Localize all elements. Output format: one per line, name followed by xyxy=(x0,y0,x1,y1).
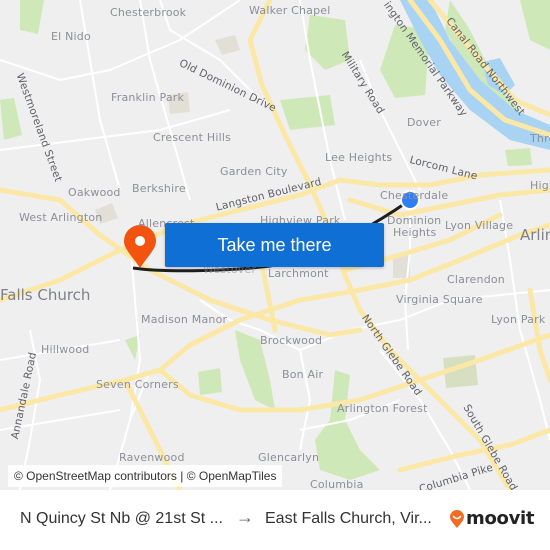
place-label: Oakwood xyxy=(68,186,121,199)
map-pin-icon xyxy=(124,225,156,268)
place-label: El Nido xyxy=(51,30,91,43)
place-label: Garden City xyxy=(220,165,288,178)
park-area xyxy=(520,0,550,50)
attribution-text: © OpenStreetMap contributors | © OpenMap… xyxy=(14,469,277,483)
place-label: Glencarlyn xyxy=(258,451,320,464)
place-label: Chesterbrook xyxy=(110,6,187,19)
place-label: West Arlington xyxy=(19,211,103,224)
place-label: Bon Air xyxy=(282,368,324,381)
place-label: Hillwood xyxy=(41,343,90,356)
landuse-area xyxy=(215,35,240,55)
map-pin-dot xyxy=(135,236,145,246)
place-label: Arlington Forest xyxy=(337,402,428,415)
moovit-pin-icon xyxy=(450,509,464,528)
place-label: Lee Heights xyxy=(325,151,393,164)
minor-road xyxy=(299,349,312,451)
footer-bar: N Quincy St Nb @ 21st St ... → East Fall… xyxy=(0,490,550,550)
place-label: Walker Chapel xyxy=(249,4,331,17)
park-area xyxy=(20,0,44,34)
place-label: Dover xyxy=(407,116,441,129)
place-label: Arlin xyxy=(520,226,550,244)
park-area xyxy=(505,148,532,166)
place-label: Falls Church xyxy=(0,286,91,304)
place-label: Dominion xyxy=(387,214,442,227)
origin-stop-name: N Quincy St Nb @ 21st St ... xyxy=(20,510,223,527)
take-me-there-button[interactable]: Take me there xyxy=(165,223,384,267)
arrow-right-icon: → xyxy=(236,507,254,527)
destination-name: East Falls Church, Vir... xyxy=(265,510,432,527)
place-label: Heights xyxy=(393,226,437,239)
park-area xyxy=(0,98,22,140)
place-label: Chesterdale xyxy=(380,189,449,202)
destination-marker[interactable] xyxy=(124,225,156,268)
place-label: Ravenwood xyxy=(119,451,185,464)
place-label: Seven Corners xyxy=(96,378,179,391)
park-area xyxy=(280,95,335,130)
place-label: Thre xyxy=(530,132,550,145)
place-label: Larchmont xyxy=(268,267,329,280)
place-label: Berkshire xyxy=(132,182,186,195)
place-label: High xyxy=(530,179,550,192)
park-area xyxy=(198,368,222,395)
place-label: Clarendon xyxy=(447,273,505,286)
brand-name: moovit xyxy=(466,508,535,529)
place-label: Columbia xyxy=(310,478,364,490)
place-label: Franklin Park xyxy=(111,91,185,104)
place-label: Lyon Village xyxy=(445,219,514,232)
moovit-logo[interactable]: moovit xyxy=(450,508,535,529)
place-label: Virginia Square xyxy=(396,293,483,306)
place-label: Madison Manor xyxy=(141,313,228,326)
place-label: Crescent Hills xyxy=(153,131,232,144)
place-label: Brockwood xyxy=(260,334,323,347)
place-label: Lyon Park xyxy=(491,313,546,326)
map-canvas[interactable]: Chesterbrook El Nido Walker Chapel Frank… xyxy=(0,0,550,490)
map-attribution[interactable]: © OpenStreetMap contributors | © OpenMap… xyxy=(8,465,283,487)
